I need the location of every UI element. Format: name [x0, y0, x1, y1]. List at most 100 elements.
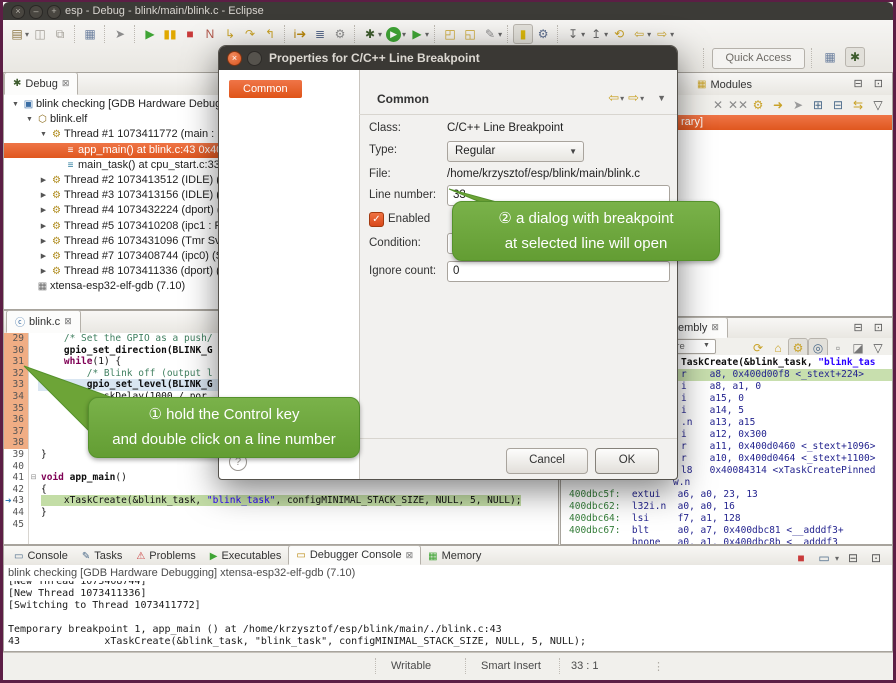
new-wizard-icon[interactable]: ▤ [7, 24, 27, 44]
dialog-minimize-button[interactable] [247, 51, 262, 66]
fold-toggle-icon[interactable]: ⊟ [29, 472, 38, 484]
line-number[interactable]: 37 [4, 426, 28, 438]
step-filters-icon[interactable]: ⚙ [330, 24, 350, 44]
tree-expander-icon[interactable]: ▼ [24, 112, 35, 127]
line-number[interactable]: 41 [4, 472, 28, 484]
step-return-icon[interactable]: ↰ [260, 24, 280, 44]
chevron-down-icon[interactable]: ▾ [378, 30, 382, 39]
back-icon[interactable]: ⇦ [629, 24, 649, 44]
panel-minmax[interactable]: ⊟ ⊡ [854, 77, 888, 90]
tab-modules[interactable]: ▦ Modules [689, 74, 760, 95]
tab-executables[interactable]: ▶Executables [203, 547, 289, 565]
open-element-icon[interactable]: ▦ [80, 24, 100, 44]
chevron-down-icon[interactable]: ▾ [647, 30, 651, 39]
window-minimize-button[interactable]: – [29, 5, 43, 19]
cancel-button[interactable]: Cancel [506, 448, 588, 474]
close-icon[interactable]: ⊠ [711, 322, 719, 333]
tab-tasks[interactable]: ✎Tasks [75, 547, 130, 565]
tab-memory[interactable]: ▦Memory [421, 547, 488, 565]
chevron-down-icon[interactable]: ▾ [604, 30, 608, 39]
line-number[interactable]: 40 [4, 461, 28, 473]
line-number[interactable]: 33 [4, 379, 28, 391]
load-symbols-icon[interactable]: ⚙ [748, 95, 768, 115]
suspend-icon[interactable]: ▮▮ [160, 24, 180, 44]
tab-debugger-console[interactable]: ▭Debugger Console⊠ [288, 545, 421, 565]
sidebar-item-common[interactable]: Common [229, 80, 302, 98]
tree-expander-icon[interactable]: ▶ [38, 203, 49, 218]
tree-expander-icon[interactable]: ▶ [38, 173, 49, 188]
debug-perspective-icon[interactable]: ✱ [845, 47, 865, 67]
prev-annotation-icon[interactable]: ↥ [586, 24, 606, 44]
tab-debug[interactable]: ✱ Debug ⊠ [4, 72, 78, 95]
chevron-down-icon[interactable]: ▾ [402, 30, 406, 39]
open-perspective-icon[interactable]: ▦ [820, 47, 840, 67]
tab-problems[interactable]: ⚠Problems [129, 547, 202, 565]
ok-button[interactable]: OK [595, 448, 659, 474]
modules-selected-row[interactable]: rary] [661, 115, 892, 130]
back-icon[interactable]: ⇦ [608, 90, 619, 106]
line-number[interactable]: 34 [4, 391, 28, 403]
instruction-stepping-icon[interactable]: i➜ [290, 24, 310, 44]
chevron-down-icon[interactable]: ▾ [498, 30, 502, 39]
tab-console[interactable]: ▭Console [7, 547, 75, 565]
save-all-icon[interactable]: ⧉ [50, 24, 70, 44]
tree-expander-icon[interactable]: ▶ [38, 264, 49, 279]
skip-all-breakpoints-icon[interactable]: ➤ [110, 24, 130, 44]
open-folder-icon[interactable]: ◰ [440, 24, 460, 44]
line-number[interactable]: 45 [4, 519, 28, 531]
tree-expander-icon[interactable]: ▶ [38, 249, 49, 264]
terminate-icon[interactable]: ■ [180, 24, 200, 44]
enabled-checkbox[interactable]: ✓ [369, 212, 384, 227]
view-menu-icon[interactable]: ▼ [657, 93, 666, 103]
collapse-all-icon[interactable]: ⊟ [828, 95, 848, 115]
close-icon[interactable]: ⊠ [406, 550, 414, 561]
external-tools-icon[interactable]: ▶ [407, 24, 427, 44]
mark-occurrences-icon[interactable]: ✎ [480, 24, 500, 44]
tree-expander-icon[interactable]: ▶ [38, 219, 49, 234]
line-number[interactable]: 39 [4, 449, 28, 461]
panel-minmax[interactable]: ⊟ ⊡ [854, 321, 888, 334]
tree-expander-icon[interactable]: ▼ [38, 127, 49, 142]
chevron-down-icon[interactable]: ▾ [425, 30, 429, 39]
tree-expander-icon[interactable]: ▼ [10, 97, 21, 112]
close-icon[interactable]: ⊠ [64, 316, 72, 327]
forward-icon[interactable]: ⇨ [652, 24, 672, 44]
line-number[interactable]: 36 [4, 414, 28, 426]
expand-all-icon[interactable]: ⊞ [808, 95, 828, 115]
remove-icon[interactable]: ✕ [708, 95, 728, 115]
build-icon[interactable]: ⚙ [533, 24, 553, 44]
quick-access-button[interactable]: Quick Access [712, 48, 805, 69]
line-number[interactable]: 31 [4, 356, 28, 368]
tree-expander-icon[interactable]: ▶ [38, 234, 49, 249]
step-over-icon[interactable]: ↷ [240, 24, 260, 44]
line-number[interactable]: 30 [4, 345, 28, 357]
chevron-down-icon[interactable]: ▼ [703, 342, 710, 349]
line-number-gutter[interactable]: 293031323334353637383940414243➜4445 [4, 333, 29, 544]
refresh-icon[interactable]: ⇆ [848, 95, 868, 115]
forward-icon[interactable]: ⇨ [628, 90, 639, 106]
chevron-down-icon[interactable]: ▾ [25, 30, 29, 39]
debug-icon[interactable]: ✱ [360, 24, 380, 44]
window-close-button[interactable]: × [11, 5, 25, 19]
line-number[interactable]: 44 [4, 507, 28, 519]
step-into-icon[interactable]: ↳ [220, 24, 240, 44]
tree-expander-icon[interactable]: ▶ [38, 188, 49, 203]
last-edit-icon[interactable]: ⟲ [609, 24, 629, 44]
type-dropdown[interactable]: Regular ▼ [447, 141, 584, 162]
resume-icon[interactable]: ▶ [140, 24, 160, 44]
chevron-down-icon[interactable]: ▾ [835, 554, 839, 563]
line-number[interactable]: 35 [4, 403, 28, 415]
save-icon[interactable]: ◫ [30, 24, 50, 44]
disconnect-icon[interactable]: N [200, 24, 220, 44]
goto-file-icon[interactable]: ➜ [768, 95, 788, 115]
remove-all-icon[interactable]: ✕✕ [728, 95, 748, 115]
dialog-close-button[interactable]: × [227, 51, 242, 66]
next-annotation-icon[interactable]: ↧ [563, 24, 583, 44]
line-number[interactable]: 32 [4, 368, 28, 380]
view-menu-icon[interactable]: ▽ [868, 95, 888, 115]
deselect-icon[interactable]: ➤ [788, 95, 808, 115]
close-icon[interactable]: ⊠ [62, 78, 70, 89]
show-debug-view-icon[interactable]: ≣ [310, 24, 330, 44]
ignore-count-input[interactable]: 0 [447, 261, 670, 282]
run-icon[interactable]: ▶ [386, 27, 401, 42]
